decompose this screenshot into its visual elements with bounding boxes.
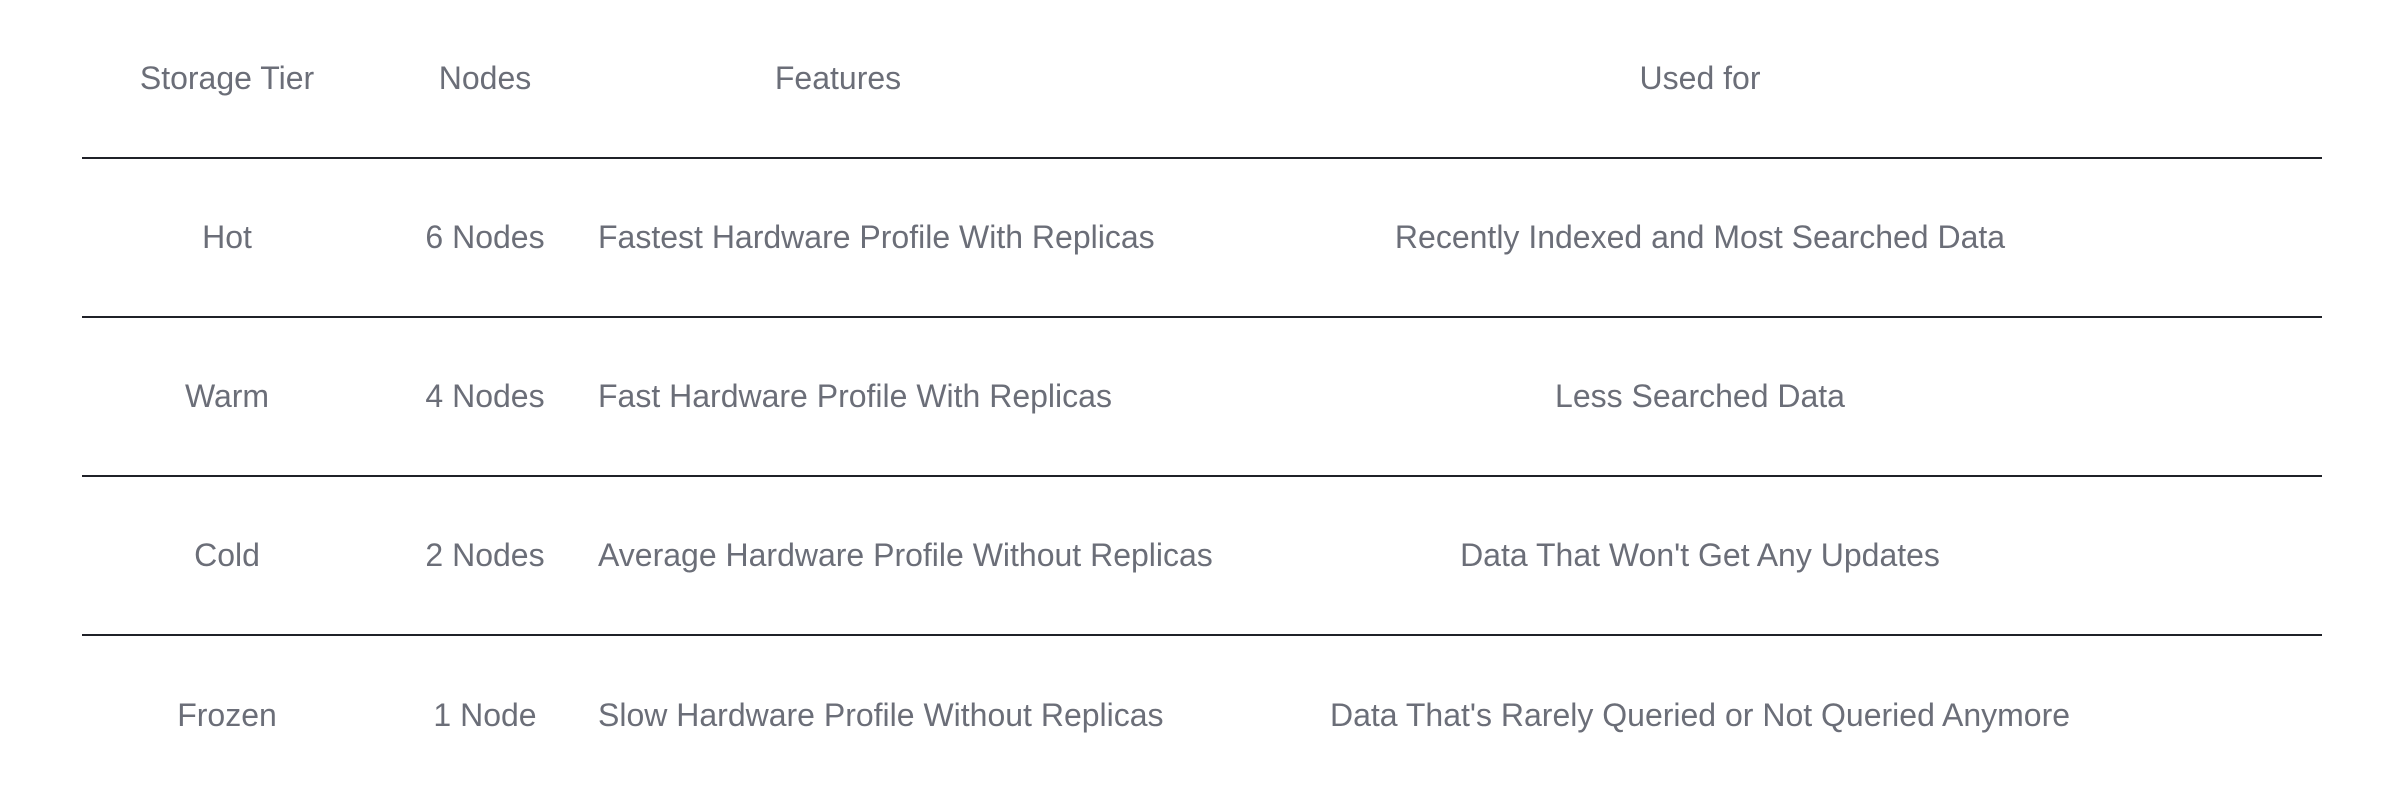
cell-used-for: Less Searched Data (1555, 378, 1845, 414)
cell-used-for: Data That's Rarely Queried or Not Querie… (1329, 697, 2071, 733)
cell-features: Average Hardware Profile Without Replica… (598, 537, 1213, 573)
cell-features: Fast Hardware Profile With Replicas (598, 378, 1112, 414)
cell-tier: Cold (194, 537, 260, 573)
cell-used-for: Recently Indexed and Most Searched Data (1394, 219, 2006, 255)
table-row: Frozen 1 Node Slow Hardware Profile With… (82, 636, 2322, 795)
cell-used-for: Data That Won't Get Any Updates (1460, 537, 1940, 573)
cell-nodes: 1 Node (433, 697, 537, 733)
table-row: Warm 4 Nodes Fast Hardware Profile With … (82, 318, 2322, 477)
storage-tier-table: Storage Tier Nodes Features Used for Hot… (82, 0, 2322, 795)
header-storage-tier: Storage Tier (139, 60, 315, 96)
cell-nodes: 6 Nodes (425, 219, 545, 255)
table-row: Hot 6 Nodes Fastest Hardware Profile Wit… (82, 159, 2322, 318)
cell-tier: Frozen (177, 697, 277, 733)
cell-nodes: 2 Nodes (425, 537, 545, 573)
table-header-row: Storage Tier Nodes Features Used for (82, 0, 2322, 159)
header-features: Features (774, 60, 902, 96)
table-row: Cold 2 Nodes Average Hardware Profile Wi… (82, 477, 2322, 636)
cell-tier: Hot (202, 219, 252, 255)
header-nodes: Nodes (438, 60, 532, 96)
cell-nodes: 4 Nodes (425, 378, 545, 414)
cell-tier: Warm (184, 378, 270, 414)
cell-features: Fastest Hardware Profile With Replicas (598, 219, 1155, 255)
header-used-for: Used for (1639, 60, 1761, 96)
cell-features: Slow Hardware Profile Without Replicas (598, 697, 1164, 733)
